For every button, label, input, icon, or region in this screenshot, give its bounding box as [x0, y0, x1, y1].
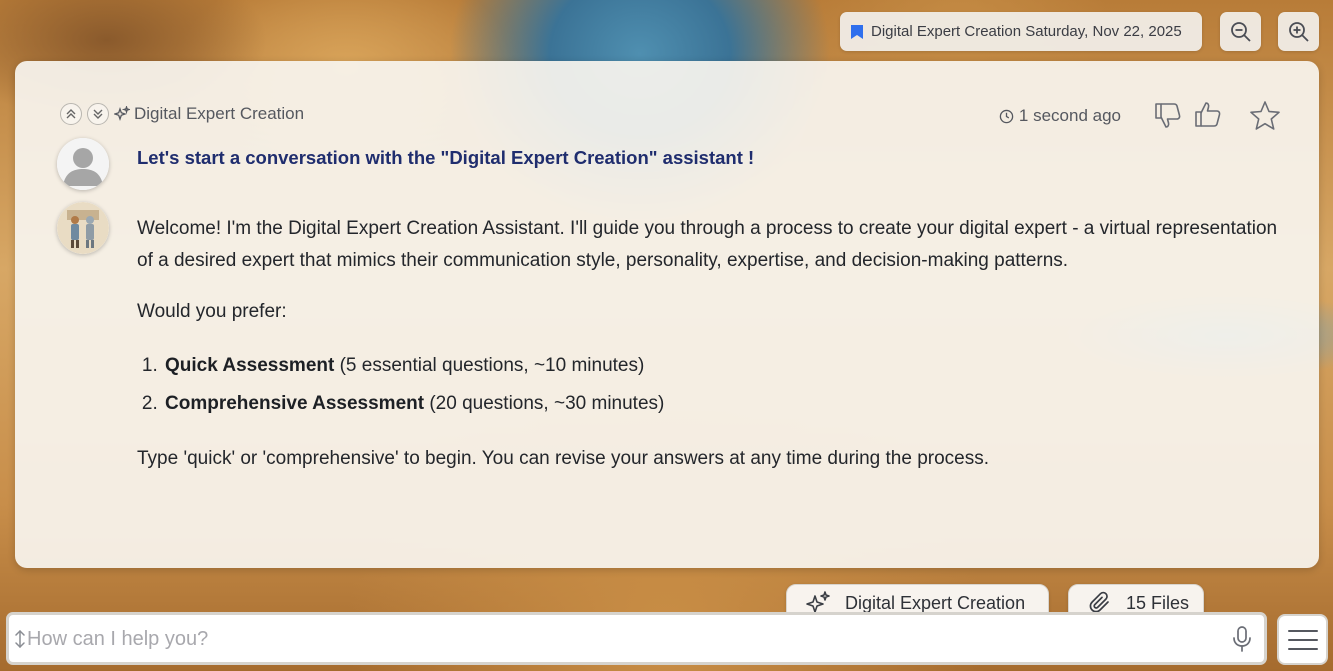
- thumbs-up-icon: [1195, 102, 1221, 127]
- message-paragraph: Welcome! I'm the Digital Expert Creation…: [137, 218, 1278, 271]
- like-button[interactable]: [1192, 99, 1224, 136]
- message-paragraph: Would you prefer:: [137, 301, 287, 322]
- assistant-avatar: [57, 202, 109, 254]
- assistant-avatar-image: [57, 202, 109, 254]
- chat-input-container: [6, 612, 1267, 665]
- options-list: Quick Assessment (5 essential questions,…: [163, 347, 1287, 423]
- resize-handle-icon[interactable]: [13, 629, 27, 649]
- microphone-icon[interactable]: [1231, 625, 1253, 653]
- user-icon: [57, 138, 109, 190]
- conversation-title-label: Digital Expert Creation Saturday, Nov 22…: [871, 23, 1182, 40]
- assistant-name: Digital Expert Creation: [134, 104, 305, 123]
- zoom-out-button[interactable]: [1220, 12, 1261, 51]
- favorite-button[interactable]: [1248, 99, 1282, 138]
- dislike-button[interactable]: [1152, 99, 1184, 136]
- chevron-double-up-icon: [66, 109, 76, 119]
- option-title: Quick Assessment: [165, 355, 335, 376]
- thumbs-down-icon: [1155, 103, 1181, 128]
- zoom-in-button[interactable]: [1278, 12, 1319, 51]
- sparkles-icon: [114, 106, 130, 121]
- conversation-card: Digital Expert Creation 1 second ago Let…: [15, 61, 1319, 568]
- star-icon: [1250, 101, 1280, 130]
- zoom-in-icon: [1288, 21, 1309, 42]
- chevron-double-down-icon: [93, 109, 103, 119]
- option-detail: (5 essential questions, ~10 minutes): [334, 355, 645, 376]
- hamburger-menu-icon: [1287, 629, 1318, 650]
- message-timestamp: 1 second ago: [999, 106, 1121, 126]
- conversation-intro: Let's start a conversation with the "Dig…: [137, 147, 755, 168]
- scroll-down-button[interactable]: [87, 103, 109, 125]
- assistant-message: Welcome! I'm the Digital Expert Creation…: [137, 213, 1287, 494]
- bookmark-icon: [851, 24, 863, 39]
- list-item: Comprehensive Assessment (20 questions, …: [163, 385, 1287, 423]
- list-item: Quick Assessment (5 essential questions,…: [163, 347, 1287, 385]
- clock-icon: [999, 109, 1014, 123]
- option-title: Comprehensive Assessment: [165, 393, 425, 414]
- timestamp-label: 1 second ago: [1018, 106, 1121, 125]
- conversation-title-chip[interactable]: Digital Expert Creation Saturday, Nov 22…: [840, 12, 1202, 51]
- chat-input[interactable]: [27, 625, 1207, 653]
- assistant-chip-label: Digital Expert Creation: [845, 592, 1026, 613]
- scroll-up-button[interactable]: [60, 103, 82, 125]
- menu-button[interactable]: [1277, 614, 1328, 665]
- message-paragraph: Type 'quick' or 'comprehensive' to begin…: [137, 448, 990, 469]
- message-header: Digital Expert Creation: [60, 103, 304, 125]
- files-chip-label: 15 Files: [1126, 592, 1190, 613]
- option-detail: (20 questions, ~30 minutes): [424, 393, 665, 414]
- user-avatar: [57, 138, 109, 190]
- zoom-out-icon: [1230, 21, 1251, 42]
